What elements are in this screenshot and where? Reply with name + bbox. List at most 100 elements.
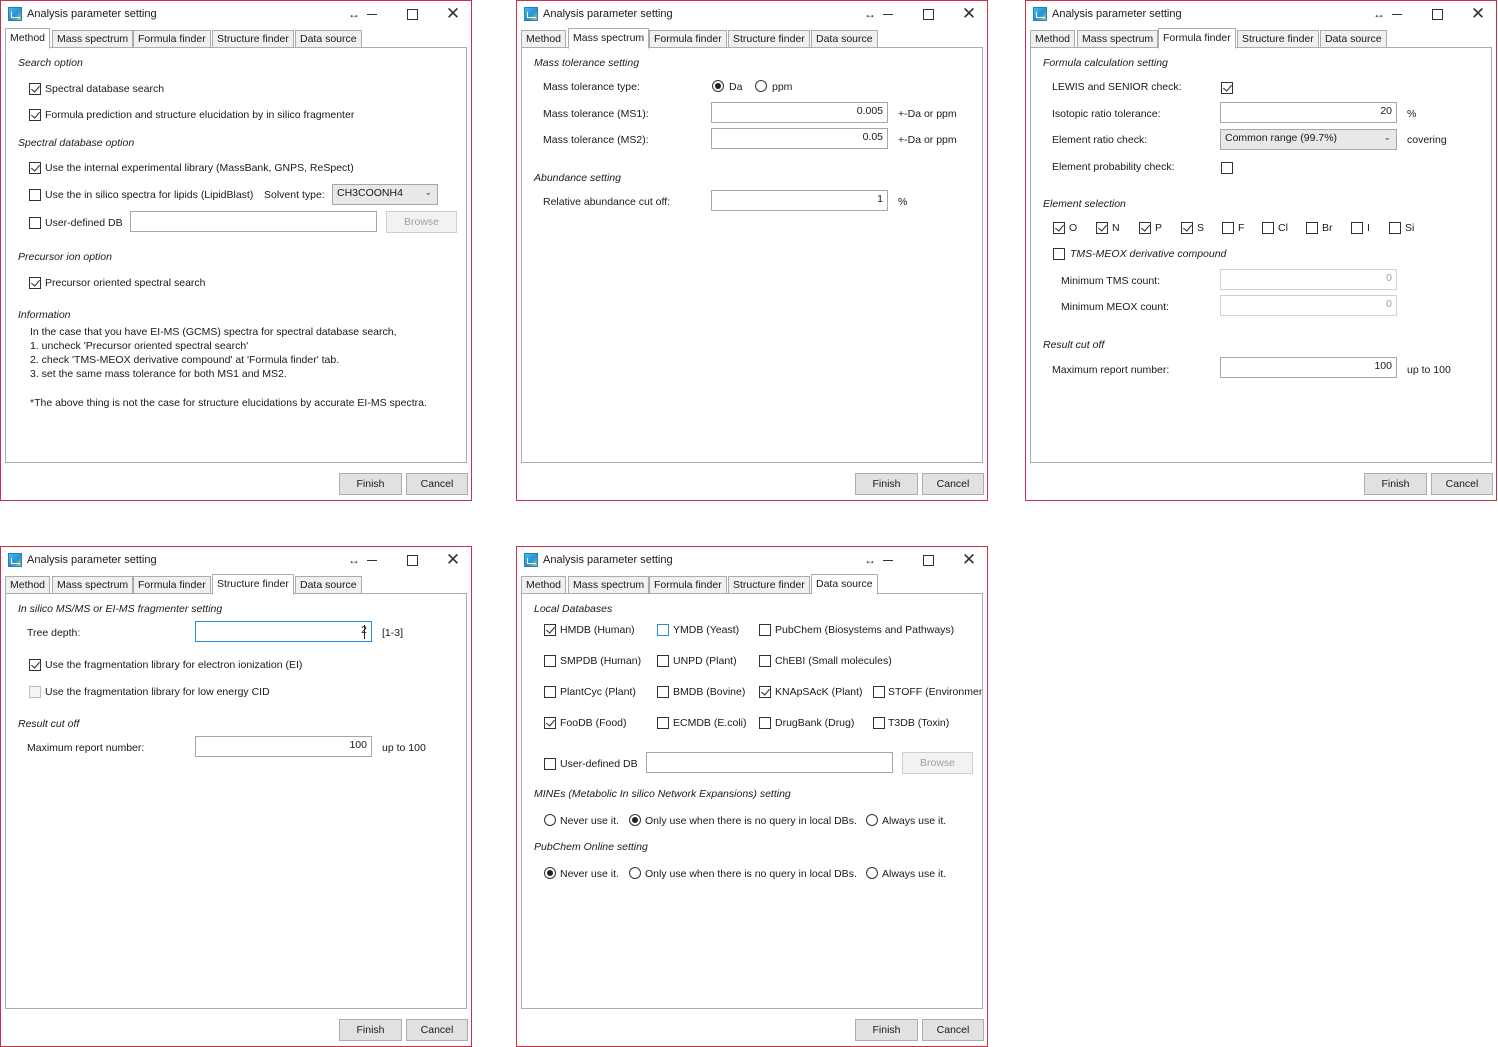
tab-method[interactable]: Method	[5, 576, 51, 594]
element-s-checkbox[interactable]	[1181, 222, 1193, 234]
tms-meox-checkbox[interactable]	[1053, 248, 1065, 260]
finish-button[interactable]: Finish	[855, 473, 918, 495]
ei-library-checkbox[interactable]	[29, 659, 41, 671]
minimize-icon[interactable]	[1384, 4, 1410, 24]
tab-structure-finder[interactable]: Structure finder	[728, 576, 810, 594]
min-meox-input[interactable]: 0	[1220, 295, 1397, 316]
pubchem-always-radio[interactable]	[866, 867, 878, 879]
minimize-icon[interactable]	[359, 4, 385, 24]
max-report-input[interactable]: 100	[1220, 357, 1397, 378]
maximize-icon[interactable]	[399, 550, 425, 570]
tab-formula-finder[interactable]: Formula finder	[133, 576, 211, 594]
title-bar[interactable]: Analysis parameter setting ↔ ✕	[1, 547, 471, 573]
cancel-button[interactable]: Cancel	[406, 1019, 468, 1041]
tolerance-ppm-radio[interactable]	[755, 80, 767, 92]
minimize-icon[interactable]	[359, 550, 385, 570]
tab-structure-finder[interactable]: Structure finder	[1237, 30, 1319, 48]
spectral-db-search-checkbox[interactable]	[29, 83, 41, 95]
user-defined-db-path[interactable]	[130, 211, 377, 232]
tab-mass-spectrum[interactable]: Mass spectrum	[52, 576, 134, 594]
title-bar[interactable]: Analysis parameter setting ↔ ✕	[1026, 1, 1496, 27]
tab-formula-finder[interactable]: Formula finder	[649, 30, 727, 48]
ms1-input[interactable]: 0.005	[711, 102, 888, 123]
tree-depth-input[interactable]: 2	[195, 621, 372, 642]
tab-data-source[interactable]: Data source	[295, 30, 362, 48]
t3db-checkbox[interactable]	[873, 717, 885, 729]
tab-structure-finder[interactable]: Structure finder	[728, 30, 810, 48]
tab-structure-finder[interactable]: Structure finder	[212, 30, 294, 48]
tab-data-source[interactable]: Data source	[295, 576, 362, 594]
finish-button[interactable]: Finish	[1364, 473, 1427, 495]
element-ratio-dropdown[interactable]: Common range (99.7%) ⌄	[1220, 129, 1397, 150]
user-defined-db-path[interactable]	[646, 752, 893, 773]
plantcyc-checkbox[interactable]	[544, 686, 556, 698]
stoff-checkbox[interactable]	[873, 686, 885, 698]
pubchem-only-when-radio[interactable]	[629, 867, 641, 879]
tab-method[interactable]: Method	[1030, 30, 1076, 48]
close-icon[interactable]: ✕	[440, 4, 466, 24]
chebi-checkbox[interactable]	[759, 655, 771, 667]
finish-button[interactable]: Finish	[339, 1019, 402, 1041]
element-probability-checkbox[interactable]	[1221, 162, 1233, 174]
element-f-checkbox[interactable]	[1222, 222, 1234, 234]
bmdb-checkbox[interactable]	[657, 686, 669, 698]
tab-mass-spectrum[interactable]: Mass spectrum	[568, 576, 650, 594]
browse-button[interactable]: Browse	[902, 752, 973, 774]
tab-data-source[interactable]: Data source	[1320, 30, 1387, 48]
tab-formula-finder[interactable]: Formula finder	[133, 30, 211, 48]
maximize-icon[interactable]	[399, 4, 425, 24]
drugbank-checkbox[interactable]	[759, 717, 771, 729]
pubchem-never-radio[interactable]	[544, 867, 556, 879]
close-icon[interactable]: ✕	[440, 550, 466, 570]
tab-method[interactable]: Method	[5, 28, 51, 49]
tolerance-da-radio[interactable]	[712, 80, 724, 92]
title-bar[interactable]: Analysis parameter setting ↔ ✕	[1, 1, 471, 27]
element-p-checkbox[interactable]	[1139, 222, 1151, 234]
element-br-checkbox[interactable]	[1306, 222, 1318, 234]
cancel-button[interactable]: Cancel	[922, 1019, 984, 1041]
title-bar[interactable]: Analysis parameter setting ↔ ✕	[517, 547, 987, 573]
tab-data-source[interactable]: Data source	[811, 574, 878, 595]
element-si-checkbox[interactable]	[1389, 222, 1401, 234]
finish-button[interactable]: Finish	[855, 1019, 918, 1041]
ms2-input[interactable]: 0.05	[711, 128, 888, 149]
user-defined-db-checkbox[interactable]	[544, 758, 556, 770]
internal-library-checkbox[interactable]	[29, 162, 41, 174]
relative-cutoff-input[interactable]: 1	[711, 190, 888, 211]
cid-library-checkbox[interactable]	[29, 686, 41, 698]
mines-always-radio[interactable]	[866, 814, 878, 826]
min-tms-input[interactable]: 0	[1220, 269, 1397, 290]
tab-structure-finder[interactable]: Structure finder	[212, 574, 294, 595]
foodb-checkbox[interactable]	[544, 717, 556, 729]
smpdb-checkbox[interactable]	[544, 655, 556, 667]
maximize-icon[interactable]	[915, 4, 941, 24]
close-icon[interactable]: ✕	[1465, 4, 1491, 24]
tab-mass-spectrum[interactable]: Mass spectrum	[1077, 30, 1159, 48]
tab-method[interactable]: Method	[521, 576, 567, 594]
title-bar[interactable]: Analysis parameter setting ↔ ✕	[517, 1, 987, 27]
maximize-icon[interactable]	[1424, 4, 1450, 24]
tab-formula-finder[interactable]: Formula finder	[1158, 28, 1236, 49]
ecmdb-checkbox[interactable]	[657, 717, 669, 729]
close-icon[interactable]: ✕	[956, 550, 982, 570]
element-i-checkbox[interactable]	[1351, 222, 1363, 234]
lewis-senior-checkbox[interactable]	[1221, 82, 1233, 94]
browse-button[interactable]: Browse	[386, 211, 457, 233]
tab-mass-spectrum[interactable]: Mass spectrum	[568, 28, 650, 49]
max-report-input[interactable]: 100	[195, 736, 372, 757]
mines-only-when-radio[interactable]	[629, 814, 641, 826]
insilico-lipids-checkbox[interactable]	[29, 189, 41, 201]
formula-prediction-checkbox[interactable]	[29, 109, 41, 121]
precursor-search-checkbox[interactable]	[29, 277, 41, 289]
cancel-button[interactable]: Cancel	[1431, 473, 1493, 495]
isotopic-ratio-input[interactable]: 20	[1220, 102, 1397, 123]
cancel-button[interactable]: Cancel	[922, 473, 984, 495]
tab-data-source[interactable]: Data source	[811, 30, 878, 48]
element-o-checkbox[interactable]	[1053, 222, 1065, 234]
minimize-icon[interactable]	[875, 4, 901, 24]
element-n-checkbox[interactable]	[1096, 222, 1108, 234]
mines-never-radio[interactable]	[544, 814, 556, 826]
tab-mass-spectrum[interactable]: Mass spectrum	[52, 30, 134, 48]
pubchem-checkbox[interactable]	[759, 624, 771, 636]
unpd-checkbox[interactable]	[657, 655, 669, 667]
